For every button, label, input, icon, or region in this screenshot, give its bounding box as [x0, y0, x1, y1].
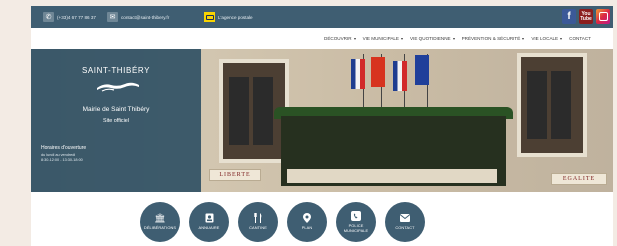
nav-label: VIE MUNICIPALE [362, 36, 399, 41]
bridge-logo-icon [97, 82, 139, 92]
nav-item-prevention-securite[interactable]: PRÉVENTION & SÉCURITÉ [462, 36, 525, 41]
poste-link[interactable]: L'agence postale [204, 11, 253, 23]
mairie-title: Mairie de Saint Thibéry [82, 106, 150, 113]
hero-banner: LIBERTE EGALITE SAINT-THIBÉRY Mairie de … [31, 49, 613, 192]
quick-link-cantine[interactable]: CANTINE [238, 202, 278, 242]
social-links: f You Tube [562, 9, 610, 24]
quick-link-label: CONTACT [395, 225, 415, 231]
nav-label: VIE QUOTIDIENNE [410, 36, 451, 41]
phone-number: (+33)4 67 77 86 37 [57, 14, 96, 20]
nav-item-decouvrir[interactable]: DÉCOUVRIR [324, 36, 356, 41]
envelope-icon: ✉ [107, 12, 118, 22]
nav-label: DÉCOUVRIR [324, 36, 352, 41]
opening-times: 8:30-12:00 - 13:30-18:00 [41, 158, 83, 162]
french-flag [351, 59, 365, 89]
cutlery-icon [253, 213, 263, 224]
poste-label: L'agence postale [218, 14, 253, 20]
nav-item-vie-locale[interactable]: VIE LOCALE [531, 36, 563, 41]
french-flag [393, 61, 407, 91]
opening-hours-title: Horaires d'ouverture [41, 145, 87, 151]
map-pin-icon [302, 213, 312, 224]
info-panel: SAINT-THIBÉRY Mairie de Saint Thibéry Si… [31, 49, 201, 192]
sign-egalite: EGALITE [551, 173, 607, 185]
instagram-icon[interactable] [596, 9, 610, 24]
balcony-plinth [287, 169, 497, 183]
phone-link[interactable]: ✆ (+33)4 67 77 86 37 [43, 11, 96, 23]
email-link[interactable]: ✉ contact@saint-thibery.fr [107, 11, 169, 23]
quick-link-label: DÉLIBÉRATIONS [143, 225, 177, 231]
main-nav: DÉCOUVRIR VIE MUNICIPALE VIE QUOTIDIENNE… [31, 28, 613, 49]
occitan-flag [371, 57, 385, 87]
caret-down-icon [452, 37, 455, 40]
la-poste-logo-icon [204, 12, 215, 22]
quick-link-label: POLICE MUNICIPALE [343, 222, 369, 233]
opening-days: du lundi au vendredi [41, 153, 76, 157]
caret-down-icon [560, 37, 563, 40]
quick-link-contact[interactable]: CONTACT [385, 202, 425, 242]
nav-label: PRÉVENTION & SÉCURITÉ [461, 36, 521, 41]
quick-link-plan[interactable]: PLAN [287, 202, 327, 242]
caret-down-icon [522, 37, 525, 40]
envelope-icon [400, 213, 410, 223]
quick-link-label: PLAN [301, 225, 313, 231]
caret-down-icon [353, 37, 356, 40]
phone-icon: ✆ [43, 12, 54, 22]
quick-link-deliberations[interactable]: 🏛 DÉLIBÉRATIONS [140, 202, 180, 242]
youtube-icon[interactable]: You Tube [579, 9, 593, 24]
sign-liberte: LIBERTE [209, 169, 261, 181]
page-frame: ✆ (+33)4 67 77 86 37 ✉ contact@saint-thi… [31, 6, 613, 246]
official-site-label: Site officiel [103, 118, 129, 124]
nav-label: CONTACT [569, 36, 591, 41]
eu-flag [415, 55, 429, 85]
quick-link-label: CANTINE [249, 225, 267, 231]
window [517, 53, 587, 157]
quick-link-label: ANNUAIRE [198, 225, 220, 231]
phone-icon [351, 210, 361, 221]
building-icon: 🏛 [154, 213, 166, 224]
quick-links-section: 🏛 DÉLIBÉRATIONS ANNUAIRE CANTINE PLAN PO… [31, 192, 613, 246]
nav-label: VIE LOCALE [531, 36, 559, 41]
site-logo-title[interactable]: SAINT-THIBÉRY [31, 66, 201, 75]
top-bar: ✆ (+33)4 67 77 86 37 ✉ contact@saint-thi… [31, 6, 613, 28]
facebook-icon[interactable]: f [562, 9, 576, 24]
nav-item-contact[interactable]: CONTACT [569, 36, 591, 41]
nav-item-vie-quotidienne[interactable]: VIE QUOTIDIENNE [410, 36, 455, 41]
contact-card-icon [204, 213, 214, 223]
quick-link-annuaire[interactable]: ANNUAIRE [189, 202, 229, 242]
caret-down-icon [401, 37, 403, 40]
nav-item-vie-municipale[interactable]: VIE MUNICIPALE [363, 36, 403, 41]
email-address: contact@saint-thibery.fr [121, 14, 170, 20]
quick-link-police-municipale[interactable]: POLICE MUNICIPALE [336, 202, 376, 242]
